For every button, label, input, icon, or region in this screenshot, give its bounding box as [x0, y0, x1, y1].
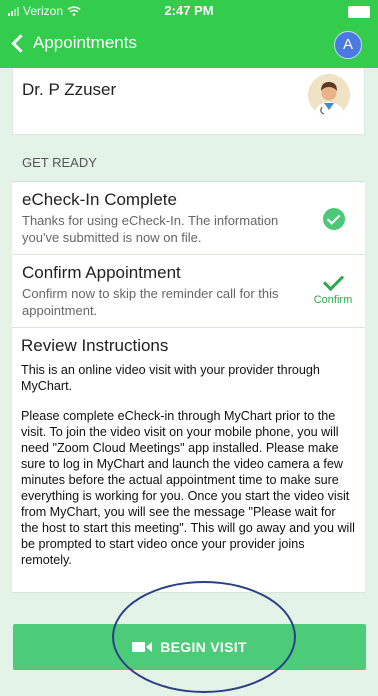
- back-label: Appointments: [33, 33, 137, 52]
- video-camera-icon: [132, 642, 153, 652]
- confirm-row: Confirm Appointment Confirm now to skip …: [12, 255, 365, 328]
- status-bar: Verizon 2:47 PM: [0, 0, 378, 22]
- instructions-paragraph: This is an online video visit with your …: [21, 363, 320, 393]
- instructions-card: Review Instructions This is an online vi…: [12, 328, 365, 593]
- get-ready-header: GET READY: [12, 145, 365, 182]
- status-time: 2:47 PM: [164, 3, 214, 18]
- begin-visit-button[interactable]: BEGIN VISIT: [13, 624, 366, 670]
- confirm-button-label: Confirm: [313, 294, 353, 306]
- provider-card[interactable]: Dr. P Zzuser: [12, 68, 365, 135]
- battery-icon: [348, 6, 370, 18]
- provider-name: Dr. P Zzuser: [22, 80, 117, 99]
- check-circle-icon: [323, 208, 345, 230]
- chevron-left-icon: [11, 33, 30, 53]
- nav-bar: Appointments A: [0, 22, 378, 68]
- confirm-title: Confirm Appointment: [22, 263, 181, 282]
- user-avatar[interactable]: A: [334, 31, 362, 59]
- provider-photo: [308, 74, 350, 116]
- echeckin-title: eCheck-In Complete: [22, 190, 177, 209]
- phone-screen: Verizon 2:47 PM Appointments A Dr. P Zzu…: [0, 0, 378, 696]
- instructions-paragraph: Please complete eCheck-in through MyChar…: [21, 409, 355, 567]
- begin-visit-label: BEGIN VISIT: [160, 639, 247, 655]
- confirm-description: Confirm now to skip the reminder call fo…: [22, 286, 279, 318]
- instructions-title: Review Instructions: [21, 336, 169, 355]
- echeckin-description: Thanks for using eCheck-In. The informat…: [22, 213, 279, 245]
- echeckin-row[interactable]: eCheck-In Complete Thanks for using eChe…: [12, 182, 365, 255]
- checkmark-icon: [322, 269, 344, 292]
- back-button[interactable]: Appointments: [10, 33, 137, 53]
- confirm-button[interactable]: Confirm: [311, 269, 355, 309]
- appointment-details: Dr. P Zzuser GET READY eCheck-In Complet…: [12, 68, 365, 608]
